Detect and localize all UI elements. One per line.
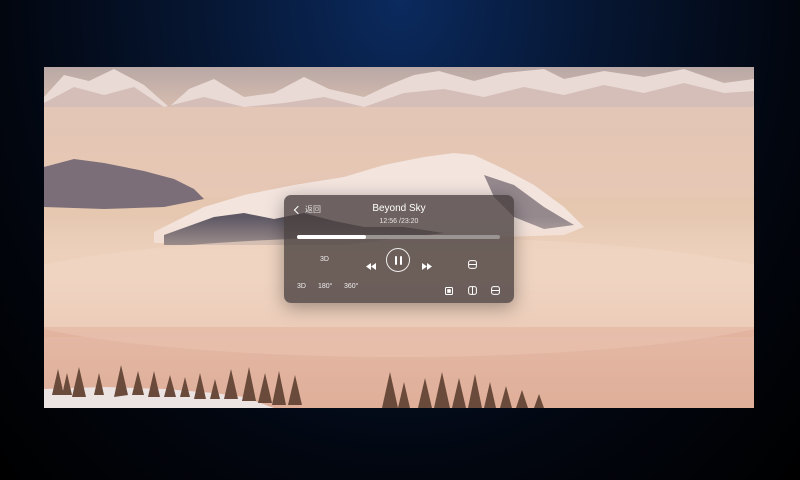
mode-3d-option[interactable]: 3D [297,283,306,290]
rewind-icon[interactable] [366,257,376,275]
time-display: 12:56 /23:20 [379,218,419,225]
split-vertical-icon[interactable] [468,282,477,300]
pause-icon-bar [399,256,402,265]
split-horizontal-icon[interactable] [468,256,477,274]
view-mode-bar: 3D 180° 360° [284,281,514,295]
video-title: Beyond Sky [372,203,426,214]
pause-button[interactable] [386,248,410,272]
fast-forward-icon[interactable] [422,257,432,275]
square-frame-icon[interactable] [445,282,453,300]
progress-fill [297,235,367,239]
mode-180-option[interactable]: 180° [318,283,332,290]
progress-bar[interactable] [297,235,500,239]
mode-3d-button[interactable]: 3D [320,256,329,263]
pause-icon [395,256,398,265]
split-horizontal-icon[interactable] [491,282,500,300]
mode-360-option[interactable]: 360° [344,283,358,290]
player-control-panel: 返回 Beyond Sky 12:56 /23:20 3D 3D 180° 36… [284,195,514,303]
playback-controls: 3D [284,248,514,274]
